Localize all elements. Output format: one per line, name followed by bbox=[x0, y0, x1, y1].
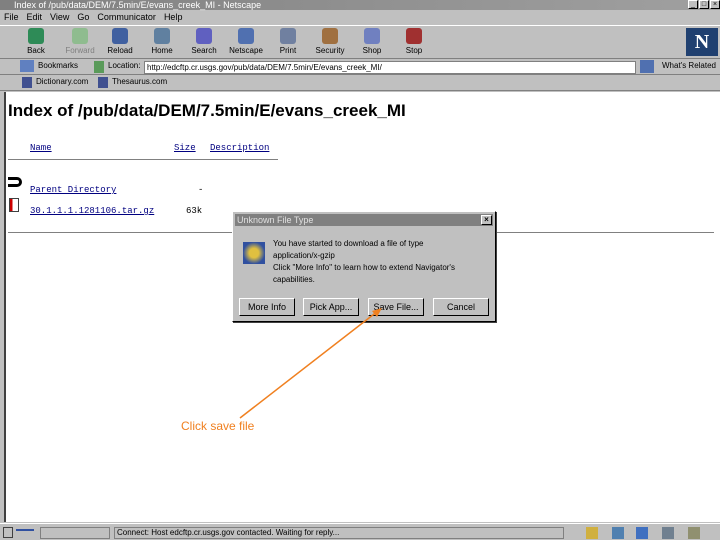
compressed-file-icon bbox=[9, 198, 19, 212]
dialog-close-button[interactable]: × bbox=[481, 215, 492, 225]
save-file-button[interactable]: Save File... bbox=[368, 298, 424, 316]
more-info-button[interactable]: More Info bbox=[239, 298, 295, 316]
parent-directory-link[interactable]: Parent Directory bbox=[30, 185, 116, 195]
status-text: Connect: Host edcftp.cr.usgs.gov contact… bbox=[114, 527, 564, 539]
divider bbox=[8, 159, 278, 160]
toolbar-shop-button[interactable]: Shop bbox=[352, 28, 392, 55]
discussions-icon[interactable] bbox=[636, 527, 648, 539]
netscape-icon bbox=[238, 28, 254, 44]
menu-view[interactable]: View bbox=[50, 10, 69, 24]
url-input[interactable]: http://edcftp.cr.usgs.gov/pub/data/DEM/7… bbox=[144, 61, 636, 74]
file-size: 63k bbox=[186, 206, 203, 216]
file-link[interactable]: 30.1.1.1.1281106.tar.gz bbox=[30, 206, 154, 216]
menu-edit[interactable]: Edit bbox=[27, 10, 43, 24]
lock-icon bbox=[322, 28, 338, 44]
toolbar-security-button[interactable]: Security bbox=[310, 28, 350, 55]
toolbar-label: Back bbox=[27, 46, 45, 55]
bookmark-thesaurus[interactable]: Thesaurus.com bbox=[112, 77, 167, 86]
minimize-button[interactable]: _ bbox=[688, 0, 698, 9]
navigation-toolbar: Back Forward Reload Home Search Netscape Print… bbox=[0, 25, 720, 59]
toolbar-print-button[interactable]: Print bbox=[268, 28, 308, 55]
navigator-icon[interactable] bbox=[586, 527, 598, 539]
bookmark-icon bbox=[22, 77, 32, 88]
netscape-logo: N bbox=[686, 28, 718, 56]
connection-icon bbox=[16, 529, 34, 535]
page-title: Index of /pub/data/DEM/7.5min/E/evans_cr… bbox=[8, 101, 406, 120]
location-label: Location: bbox=[108, 61, 141, 70]
whats-related-button[interactable]: What's Related bbox=[662, 61, 716, 70]
toolbar-reload-button[interactable]: Reload bbox=[100, 28, 140, 55]
toolbar-label: Forward bbox=[65, 46, 95, 55]
parent-directory-icon bbox=[8, 177, 22, 187]
sort-by-description-link[interactable]: Description bbox=[210, 143, 269, 153]
stop-icon bbox=[406, 28, 422, 44]
window-title: Index of /pub/data/DEM/7.5min/E/evans_cr… bbox=[14, 0, 262, 10]
menu-file[interactable]: File bbox=[4, 10, 19, 24]
menu-help[interactable]: Help bbox=[164, 10, 183, 24]
toolbar-stop-button[interactable]: Stop bbox=[394, 28, 434, 55]
sort-by-size-link[interactable]: Size bbox=[174, 143, 196, 153]
home-icon bbox=[154, 28, 170, 44]
message-line: application/x-gzip bbox=[273, 251, 335, 260]
message-line: Click "More Info" to learn how to extend… bbox=[273, 263, 455, 272]
toolbar-label: Search bbox=[191, 46, 217, 55]
toolbar-label: Reload bbox=[107, 46, 133, 55]
toolbar-home-button[interactable]: Home bbox=[142, 28, 182, 55]
toolbar-label: Shop bbox=[362, 46, 382, 55]
toolbar-label: Print bbox=[279, 46, 297, 55]
message-line: You have started to download a file of t… bbox=[273, 239, 424, 248]
sort-by-name-link[interactable]: Name bbox=[30, 143, 52, 153]
search-icon bbox=[196, 28, 212, 44]
toolbar-label: Security bbox=[315, 46, 345, 55]
title-bar: Index of /pub/data/DEM/7.5min/E/evans_cr… bbox=[0, 0, 720, 10]
composer-icon[interactable] bbox=[662, 527, 674, 539]
bookmark-icon bbox=[98, 77, 108, 88]
whats-related-icon bbox=[640, 60, 654, 73]
toolbar-back-button[interactable]: Back bbox=[16, 28, 56, 55]
bookmarks-button[interactable]: Bookmarks bbox=[38, 61, 78, 70]
toolbar-label: Home bbox=[151, 46, 173, 55]
menu-go[interactable]: Go bbox=[77, 10, 89, 24]
bookmark-dictionary[interactable]: Dictionary.com bbox=[36, 77, 88, 86]
shop-icon bbox=[364, 28, 380, 44]
dialog-message: You have started to download a file of t… bbox=[273, 238, 455, 286]
bookmarks-icon bbox=[20, 60, 34, 72]
mail-icon[interactable] bbox=[612, 527, 624, 539]
reload-icon bbox=[112, 28, 128, 44]
cancel-button[interactable]: Cancel bbox=[433, 298, 489, 316]
annotation-text: Click save file bbox=[181, 419, 255, 433]
back-arrow-icon bbox=[28, 28, 44, 44]
toolbar-netscape-button[interactable]: Netscape bbox=[226, 28, 266, 55]
message-line: capabilities. bbox=[273, 275, 315, 284]
close-button[interactable]: × bbox=[710, 0, 720, 9]
maximize-button[interactable]: □ bbox=[699, 0, 709, 9]
toolbar-forward-button[interactable]: Forward bbox=[60, 28, 100, 55]
file-size: - bbox=[198, 185, 204, 195]
status-bar: Connect: Host edcftp.cr.usgs.gov contact… bbox=[0, 523, 720, 540]
menu-bar: File Edit View Go Communicator Help bbox=[0, 10, 720, 24]
menu-communicator[interactable]: Communicator bbox=[97, 10, 156, 24]
location-icon bbox=[94, 61, 104, 73]
unknown-file-type-dialog: Unknown File Type × You have started to … bbox=[232, 211, 496, 322]
pick-app-button[interactable]: Pick App... bbox=[303, 298, 359, 316]
progress-bar bbox=[40, 527, 110, 539]
security-lock-icon[interactable] bbox=[3, 527, 13, 538]
toolbar-search-button[interactable]: Search bbox=[184, 28, 224, 55]
toolbar-label: Netscape bbox=[229, 46, 263, 55]
netscape-wheel-icon bbox=[243, 242, 265, 264]
dialog-title: Unknown File Type bbox=[235, 214, 493, 226]
aim-icon[interactable] bbox=[688, 527, 700, 539]
print-icon bbox=[280, 28, 296, 44]
toolbar-label: Stop bbox=[405, 46, 423, 55]
personal-toolbar: Dictionary.com Thesaurus.com bbox=[0, 75, 720, 91]
forward-arrow-icon bbox=[72, 28, 88, 44]
